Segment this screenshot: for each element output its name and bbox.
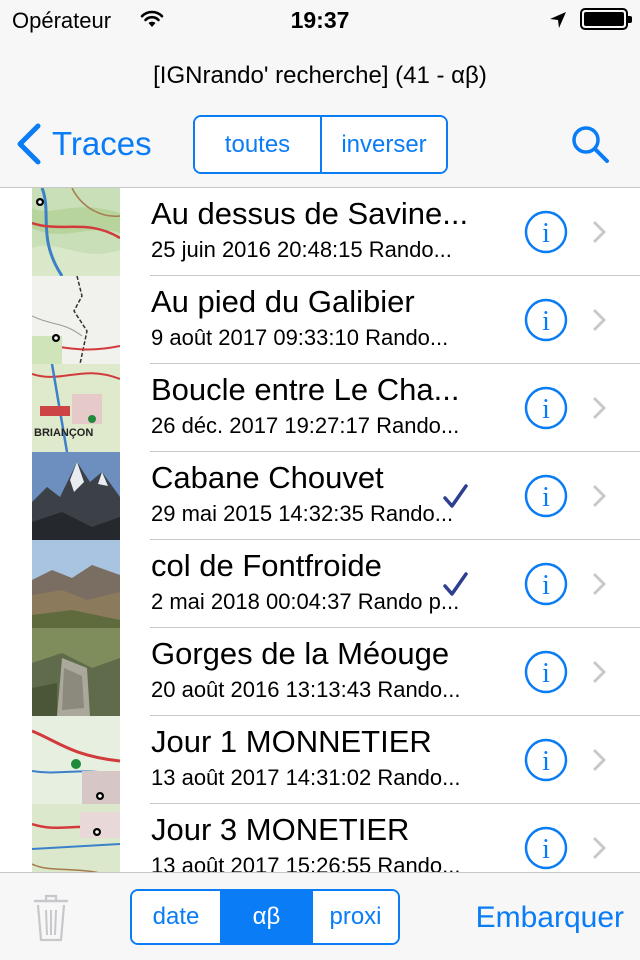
list-item[interactable]: BRIANÇON Boucle entre Le Cha... 26 déc. … <box>0 364 640 452</box>
info-icon[interactable]: i <box>524 826 568 870</box>
segment-proxi[interactable]: proxi <box>311 891 398 943</box>
sort-segmented-control: date αβ proxi <box>130 889 400 945</box>
info-icon[interactable]: i <box>524 650 568 694</box>
location-arrow-icon <box>550 12 566 28</box>
svg-text:i: i <box>542 834 550 865</box>
trace-title: Boucle entre Le Cha... <box>151 372 460 407</box>
nav-prompt: [IGNrando' recherche] (41 - αβ) <box>153 62 487 89</box>
bottom-toolbar: date αβ proxi Embarquer <box>0 872 640 960</box>
chevron-left-icon <box>17 123 41 165</box>
trace-title: Jour 3 MONETIER <box>151 812 410 847</box>
back-button-label: Traces <box>52 125 152 162</box>
chevron-right-icon <box>593 749 606 771</box>
embark-button[interactable]: Embarquer <box>476 901 624 935</box>
trace-list: Au dessus de Savine... 25 juin 2016 20:4… <box>0 188 640 872</box>
segment-alpha[interactable]: αβ <box>220 891 311 943</box>
photo-thumbnail <box>32 628 120 716</box>
trace-title: Gorges de la Méouge <box>151 636 450 671</box>
svg-text:BRIANÇON: BRIANÇON <box>34 427 93 439</box>
chevron-right-icon <box>593 573 606 595</box>
map-thumbnail <box>32 188 120 276</box>
checkmark-icon <box>443 484 468 508</box>
search-icon[interactable] <box>568 122 612 166</box>
battery-level <box>584 12 624 26</box>
trace-title: Au dessus de Savine... <box>151 196 469 231</box>
svg-text:i: i <box>542 482 550 513</box>
chevron-right-icon <box>593 485 606 507</box>
trace-title: Au pied du Galibier <box>151 284 415 319</box>
svg-text:i: i <box>542 306 550 337</box>
svg-text:i: i <box>542 394 550 425</box>
map-thumbnail <box>32 716 120 804</box>
trace-subtitle: 26 déc. 2017 19:27:17 Rando... <box>151 413 460 438</box>
svg-text:i: i <box>542 746 550 777</box>
trace-subtitle: 13 août 2017 15:26:55 Rando... <box>151 853 461 872</box>
navigation-bar: [IGNrando' recherche] (41 - αβ) Traces t… <box>0 40 640 188</box>
segment-toutes[interactable]: toutes <box>195 117 320 172</box>
chevron-right-icon <box>593 221 606 243</box>
clock: 19:37 <box>290 7 350 33</box>
trace-subtitle: 20 août 2016 13:13:43 Rando... <box>151 677 461 702</box>
info-icon[interactable]: i <box>524 474 568 518</box>
info-icon[interactable]: i <box>524 210 568 254</box>
list-item[interactable]: col de Fontfroide 2 mai 2018 00:04:37 Ra… <box>0 540 640 628</box>
svg-text:i: i <box>542 658 550 689</box>
trace-subtitle: 13 août 2017 14:31:02 Rando... <box>151 765 461 790</box>
trace-subtitle: 25 juin 2016 20:48:15 Rando... <box>151 237 452 262</box>
map-thumbnail: BRIANÇON <box>32 364 120 452</box>
chevron-right-icon <box>593 661 606 683</box>
back-button[interactable]: Traces <box>14 122 152 166</box>
segment-inverser[interactable]: inverser <box>320 117 446 172</box>
list-item[interactable]: Cabane Chouvet 29 mai 2015 14:32:35 Rand… <box>0 452 640 540</box>
list-item[interactable]: Jour 1 MONNETIER 13 août 2017 14:31:02 R… <box>0 716 640 804</box>
checkmark-icon <box>443 572 468 596</box>
svg-text:i: i <box>542 570 550 601</box>
svg-text:i: i <box>542 218 550 249</box>
map-thumbnail <box>32 276 120 364</box>
photo-thumbnail <box>32 452 120 540</box>
photo-thumbnail <box>32 540 120 628</box>
info-icon[interactable]: i <box>524 298 568 342</box>
list-item[interactable]: Au dessus de Savine... 25 juin 2016 20:4… <box>0 188 640 276</box>
trace-subtitle: 9 août 2017 09:33:10 Rando... <box>151 325 449 350</box>
list-item[interactable]: Au pied du Galibier 9 août 2017 09:33:10… <box>0 276 640 364</box>
chevron-right-icon <box>593 309 606 331</box>
info-icon[interactable]: i <box>524 386 568 430</box>
trace-title: Jour 1 MONNETIER <box>151 724 432 759</box>
chevron-right-icon <box>593 397 606 419</box>
list-item[interactable]: Jour 3 MONETIER 13 août 2017 15:26:55 Ra… <box>0 804 640 872</box>
chevron-right-icon <box>593 837 606 859</box>
battery-icon <box>580 8 632 30</box>
info-icon[interactable]: i <box>524 738 568 782</box>
trash-icon[interactable] <box>32 893 70 943</box>
filter-segmented-control: toutes inverser <box>193 115 448 174</box>
info-icon[interactable]: i <box>524 562 568 606</box>
list-item[interactable]: Gorges de la Méouge 20 août 2016 13:13:4… <box>0 628 640 716</box>
status-bar: Opérateur 19:37 <box>0 0 640 40</box>
segment-date[interactable]: date <box>132 891 220 943</box>
map-thumbnail <box>32 804 120 872</box>
